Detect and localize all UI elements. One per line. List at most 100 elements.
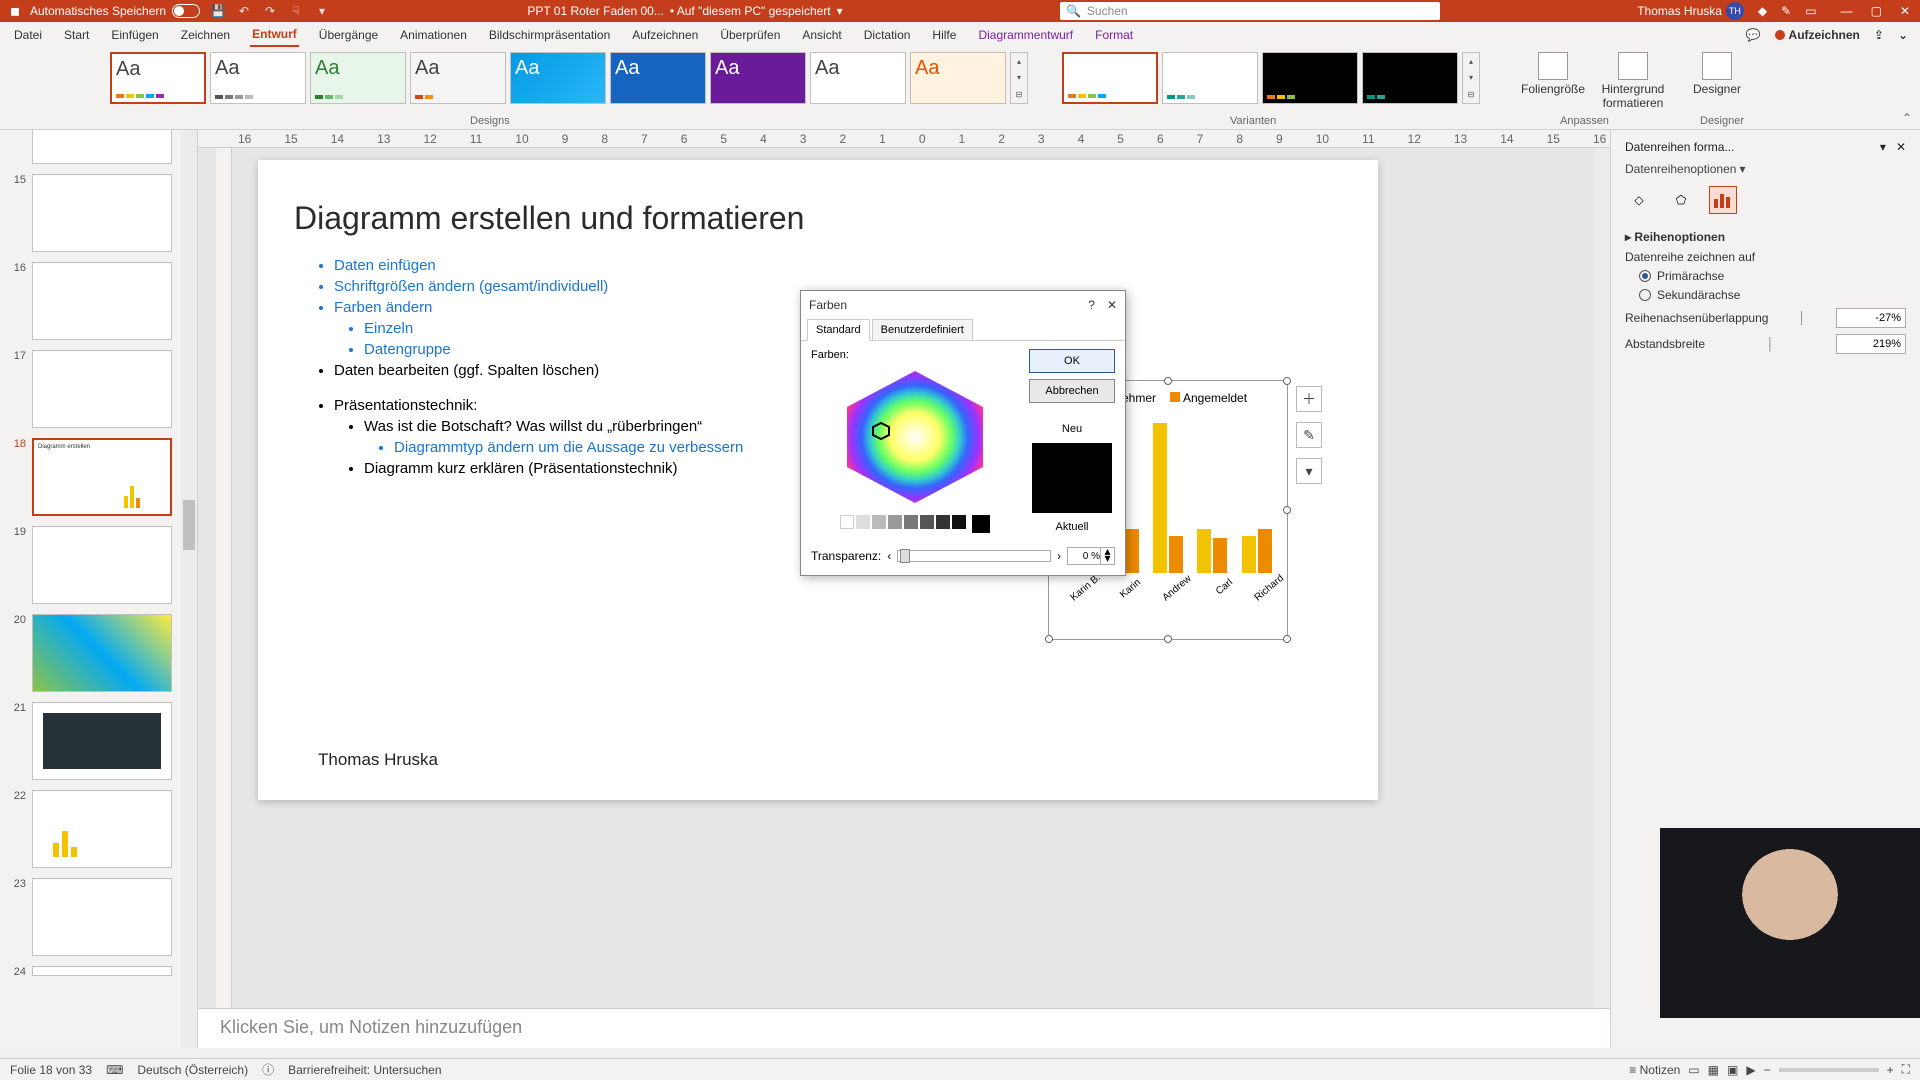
tab-bildschirmpraesentation[interactable]: Bildschirmpräsentation — [487, 24, 612, 46]
cancel-button[interactable]: Abbrechen — [1029, 379, 1115, 403]
chart-add-element-button[interactable]: ＋ — [1296, 386, 1322, 412]
tab-uebergaenge[interactable]: Übergänge — [317, 24, 380, 46]
collapse-icon[interactable]: ⌃ — [1902, 111, 1912, 125]
theme-thumb-2[interactable]: Aa — [210, 52, 306, 104]
tab-custom[interactable]: Benutzerdefiniert — [872, 319, 973, 340]
close-icon[interactable]: ✕ — [1900, 4, 1910, 18]
status-keyboard-icon[interactable]: ⌨ — [106, 1063, 123, 1077]
notes-area[interactable]: Klicken Sie, um Notizen hinzuzufügen — [198, 1008, 1610, 1048]
pen-icon[interactable]: ✎ — [1781, 4, 1791, 18]
tab-diagrammentwurf[interactable]: Diagrammentwurf — [976, 24, 1075, 46]
slide-thumb-24[interactable] — [32, 966, 172, 976]
slide-thumb-17[interactable] — [32, 350, 172, 428]
slide-thumb-22[interactable] — [32, 790, 172, 868]
qat-dropdown-icon[interactable]: ▾ — [314, 3, 330, 19]
status-accessibility[interactable]: Barrierefreiheit: Untersuchen — [288, 1063, 441, 1077]
theme-thumb-3[interactable]: Aa — [310, 52, 406, 104]
share-icon[interactable]: ⇪ — [1874, 28, 1884, 42]
fill-icon[interactable]: ◇ — [1625, 186, 1653, 214]
tab-format[interactable]: Format — [1093, 24, 1135, 46]
minimize-icon[interactable]: — — [1841, 4, 1853, 18]
overlap-input[interactable] — [1836, 308, 1906, 328]
effects-icon[interactable]: ⬠ — [1667, 186, 1695, 214]
slide-thumb-23[interactable] — [32, 878, 172, 956]
variant-gallery-more[interactable]: ▴▾⊟ — [1462, 52, 1480, 104]
user-account[interactable]: Thomas Hruska TH — [1637, 2, 1744, 20]
edit-vscrollbar[interactable] — [1594, 148, 1610, 1008]
save-icon[interactable]: 💾 — [210, 3, 226, 19]
transp-right-icon[interactable]: › — [1057, 549, 1061, 563]
slide-thumb-18[interactable]: Diagramm erstellen — [32, 438, 172, 516]
slide-size-button[interactable]: Foliengröße — [1518, 52, 1588, 96]
tab-start[interactable]: Start — [62, 24, 91, 46]
radio-secondary-axis[interactable]: Sekundärachse — [1639, 288, 1906, 302]
slide-edit-area[interactable]: Diagramm erstellen und formatieren Daten… — [198, 148, 1610, 1008]
tab-standard[interactable]: Standard — [807, 319, 870, 341]
chart-filter-button[interactable]: ▾ — [1296, 458, 1322, 484]
transp-left-icon[interactable]: ‹ — [887, 549, 891, 563]
autosave-toggle[interactable]: Automatisches Speichern — [30, 4, 200, 18]
variant-2[interactable] — [1162, 52, 1258, 104]
theme-thumb-1[interactable]: Aa — [110, 52, 206, 104]
slide-thumb-20[interactable] — [32, 614, 172, 692]
theme-gallery-more[interactable]: ▴▾⊟ — [1010, 52, 1028, 104]
zoom-out-icon[interactable]: − — [1764, 1063, 1771, 1077]
status-language[interactable]: Deutsch (Österreich) — [137, 1063, 248, 1077]
search-input[interactable]: 🔍 Suchen — [1060, 2, 1440, 20]
tab-dictation[interactable]: Dictation — [862, 24, 913, 46]
theme-thumb-4[interactable]: Aa — [410, 52, 506, 104]
format-background-button[interactable]: Hintergrund formatieren — [1598, 52, 1668, 110]
zoom-slider[interactable] — [1779, 1068, 1879, 1072]
tab-aufzeichnen[interactable]: Aufzeichnen — [630, 24, 700, 46]
window-icon[interactable]: ▭ — [1805, 4, 1816, 18]
ok-button[interactable]: OK — [1029, 349, 1115, 373]
diamond-icon[interactable]: ◆ — [1758, 4, 1767, 18]
transparency-slider[interactable] — [897, 550, 1051, 562]
selected-black-hex[interactable] — [972, 515, 990, 533]
view-sorter-icon[interactable]: ▦ — [1708, 1063, 1719, 1077]
slide-thumb-15[interactable] — [32, 174, 172, 252]
grayscale-row[interactable] — [811, 515, 1019, 533]
series-options-icon[interactable] — [1709, 186, 1737, 214]
view-reading-icon[interactable]: ▣ — [1727, 1063, 1738, 1077]
collapse-ribbon-icon[interactable]: ⌄ — [1898, 28, 1908, 42]
tab-zeichnen[interactable]: Zeichnen — [179, 24, 232, 46]
pane-close-icon[interactable]: ✕ — [1896, 140, 1906, 154]
thumbnail-scrollbar[interactable] — [181, 130, 197, 1048]
tab-einfuegen[interactable]: Einfügen — [109, 24, 160, 46]
pane-subtitle[interactable]: Datenreihenoptionen ▾ — [1625, 162, 1906, 176]
theme-thumb-8[interactable]: Aa — [810, 52, 906, 104]
theme-thumb-9[interactable]: Aa — [910, 52, 1006, 104]
zoom-in-icon[interactable]: + — [1887, 1063, 1894, 1077]
slide-thumb-19[interactable] — [32, 526, 172, 604]
tab-animationen[interactable]: Animationen — [398, 24, 469, 46]
chart-style-button[interactable]: ✎ — [1296, 422, 1322, 448]
slide-title[interactable]: Diagramm erstellen und formatieren — [294, 200, 1342, 237]
notes-toggle[interactable]: ≡ Notizen — [1629, 1063, 1680, 1077]
dialog-titlebar[interactable]: Farben ?✕ — [801, 291, 1125, 319]
touch-icon[interactable]: ☟ — [288, 3, 304, 19]
series-options-header[interactable]: ▸ Reihenoptionen — [1625, 230, 1906, 244]
record-button[interactable]: Aufzeichnen — [1775, 28, 1860, 42]
view-normal-icon[interactable]: ▭ — [1688, 1063, 1699, 1077]
gap-input[interactable] — [1836, 334, 1906, 354]
theme-thumb-6[interactable]: Aa — [610, 52, 706, 104]
tab-ueberpruefen[interactable]: Überprüfen — [718, 24, 782, 46]
tab-entwurf[interactable]: Entwurf — [250, 23, 299, 47]
designer-button[interactable]: Designer — [1682, 52, 1752, 96]
tab-ansicht[interactable]: Ansicht — [800, 24, 843, 46]
color-hexagon[interactable] — [835, 367, 995, 507]
redo-icon[interactable]: ↷ — [262, 3, 278, 19]
comments-icon[interactable]: 💬 — [1746, 28, 1761, 42]
view-slideshow-icon[interactable]: ▶ — [1746, 1063, 1755, 1077]
status-slide[interactable]: Folie 18 von 33 — [10, 1063, 92, 1077]
theme-thumb-5[interactable]: Aa — [510, 52, 606, 104]
slide-thumb-21[interactable] — [32, 702, 172, 780]
variant-4[interactable] — [1362, 52, 1458, 104]
dialog-help-icon[interactable]: ? — [1088, 298, 1095, 312]
tab-datei[interactable]: Datei — [12, 24, 44, 46]
undo-icon[interactable]: ↶ — [236, 3, 252, 19]
dialog-close-icon[interactable]: ✕ — [1107, 298, 1117, 312]
maximize-icon[interactable]: ▢ — [1871, 4, 1882, 18]
fit-window-icon[interactable]: ⛶ — [1902, 1062, 1910, 1077]
